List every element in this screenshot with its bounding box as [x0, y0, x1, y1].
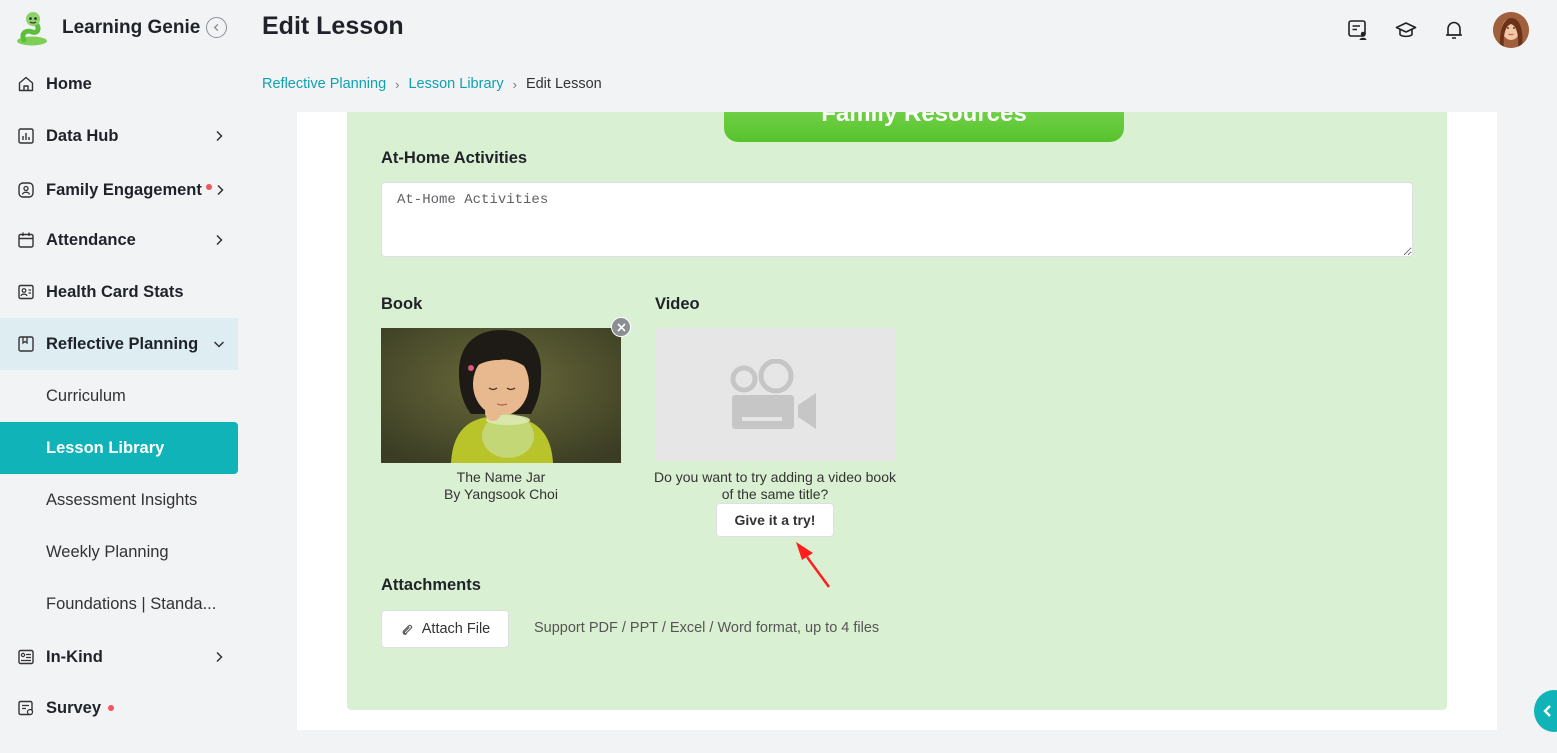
sidebar-item-data-hub[interactable]: Data Hub: [0, 112, 238, 160]
breadcrumb-lesson-library[interactable]: Lesson Library: [408, 76, 503, 92]
user-avatar[interactable]: [1493, 12, 1529, 48]
side-panel-toggle[interactable]: [1534, 690, 1557, 732]
section-banner-title: Family Resources: [821, 112, 1027, 127]
header-toolbar: [1321, 12, 1529, 48]
sidebar-item-label: Weekly Planning: [46, 542, 169, 561]
breadcrumb: Reflective Planning › Lesson Library › E…: [262, 76, 602, 92]
graduation-cap-icon[interactable]: [1395, 19, 1417, 41]
sidebar-item-label: Data Hub: [46, 126, 119, 145]
breadcrumb-current: Edit Lesson: [525, 76, 602, 92]
attach-file-label: Attach File: [421, 621, 491, 637]
sidebar-item-label: Reflective Planning: [46, 334, 199, 353]
sidebar-item-label: Lesson Library: [46, 438, 165, 457]
at-home-activities-label: At-Home Activities: [381, 149, 528, 167]
id-card-icon: [18, 284, 34, 300]
sidebar-item-health-card-stats[interactable]: Health Card Stats: [0, 268, 238, 316]
book-caption: The Name Jar By Yangsook Choi: [381, 469, 621, 503]
learning-genie-logo: [14, 10, 50, 46]
breadcrumb-separator-icon: ›: [512, 76, 517, 92]
brand: Learning Genie: [14, 10, 234, 46]
sidebar-subitem-foundations-standards[interactable]: Foundations | Standa...: [0, 578, 238, 630]
sidebar-item-in-kind[interactable]: In-Kind: [0, 633, 238, 681]
book-label: Book: [381, 295, 423, 313]
page-title: Edit Lesson: [262, 12, 404, 40]
planner-icon: [18, 336, 34, 352]
calendar-icon: [18, 232, 34, 248]
pointer-arrow-icon: [796, 542, 831, 588]
sidebar-subitem-curriculum[interactable]: Curriculum: [0, 370, 238, 422]
sidebar-item-home[interactable]: Home: [0, 60, 238, 108]
sidebar-item-reflective-planning[interactable]: Reflective Planning: [0, 318, 238, 370]
breadcrumb-separator-icon: ›: [395, 76, 400, 92]
in-kind-icon: [18, 649, 34, 665]
sidebar-item-label: Health Card Stats: [46, 282, 184, 301]
sidebar-item-label: In-Kind: [46, 647, 103, 666]
sidebar-item-label: Assessment Insights: [46, 490, 198, 509]
sidebar-item-attendance[interactable]: Attendance: [0, 216, 238, 264]
sidebar-subitem-weekly-planning[interactable]: Weekly Planning: [0, 526, 238, 578]
chevron-down-icon: [213, 341, 225, 348]
chevron-left-icon: [213, 23, 219, 32]
notification-dot: [206, 184, 212, 190]
chevron-right-icon: [217, 184, 224, 196]
sidebar-item-survey[interactable]: Survey: [0, 684, 238, 732]
at-home-activities-input[interactable]: [381, 182, 1413, 257]
chat-profile-icon[interactable]: [1347, 19, 1369, 41]
video-placeholder: [655, 328, 895, 461]
section-banner: Family Resources: [724, 112, 1124, 142]
video-prompt: Do you want to try adding a video book o…: [653, 469, 897, 502]
sidebar-item-label: Attendance: [46, 230, 136, 249]
sidebar-subitem-assessment-insights[interactable]: Assessment Insights: [0, 474, 238, 526]
collapse-sidebar-button[interactable]: [206, 17, 227, 38]
chevron-left-icon: [1543, 705, 1551, 717]
attach-file-button[interactable]: Attach File: [381, 610, 509, 648]
close-icon: [616, 322, 626, 332]
chevron-right-icon: [216, 234, 223, 246]
sidebar-item-label: Home: [46, 74, 92, 93]
video-label: Video: [655, 295, 700, 313]
sidebar-subitem-lesson-library[interactable]: Lesson Library: [0, 422, 238, 474]
main-content: Family Resources At-Home Activities Book: [297, 112, 1497, 730]
notification-dot: [108, 705, 114, 711]
give-it-a-try-button[interactable]: Give it a try!: [716, 503, 834, 537]
sidebar-item-label: Family Engagement: [46, 180, 202, 199]
breadcrumb-reflective-planning[interactable]: Reflective Planning: [262, 76, 386, 92]
book-author: By Yangsook Choi: [444, 486, 558, 502]
chevron-right-icon: [216, 651, 223, 663]
sidebar-item-label: Survey: [46, 698, 102, 717]
bell-icon[interactable]: [1443, 19, 1465, 41]
video-camera-icon: [730, 358, 816, 429]
app-name: Learning Genie: [62, 17, 201, 38]
book-cover-image: [381, 328, 621, 463]
survey-icon: [18, 700, 34, 716]
sidebar-item-label: Curriculum: [46, 386, 126, 405]
family-resources-panel: Family Resources At-Home Activities Book: [347, 112, 1447, 710]
attachments-label: Attachments: [381, 576, 481, 594]
attach-hint: Support PDF / PPT / Excel / Word format,…: [534, 620, 880, 636]
bar-chart-icon: [18, 128, 34, 144]
home-icon: [18, 76, 34, 92]
sidebar-item-family-engagement[interactable]: Family Engagement: [0, 166, 238, 214]
book-title: The Name Jar: [456, 469, 546, 485]
paperclip-icon: [402, 624, 412, 635]
chevron-right-icon: [216, 130, 223, 142]
family-icon: [18, 182, 34, 198]
sidebar: Learning Genie Home Data Hub Family Enga…: [0, 0, 238, 753]
sidebar-item-label: Foundations | Standa...: [46, 594, 217, 613]
remove-book-button[interactable]: [611, 317, 631, 337]
